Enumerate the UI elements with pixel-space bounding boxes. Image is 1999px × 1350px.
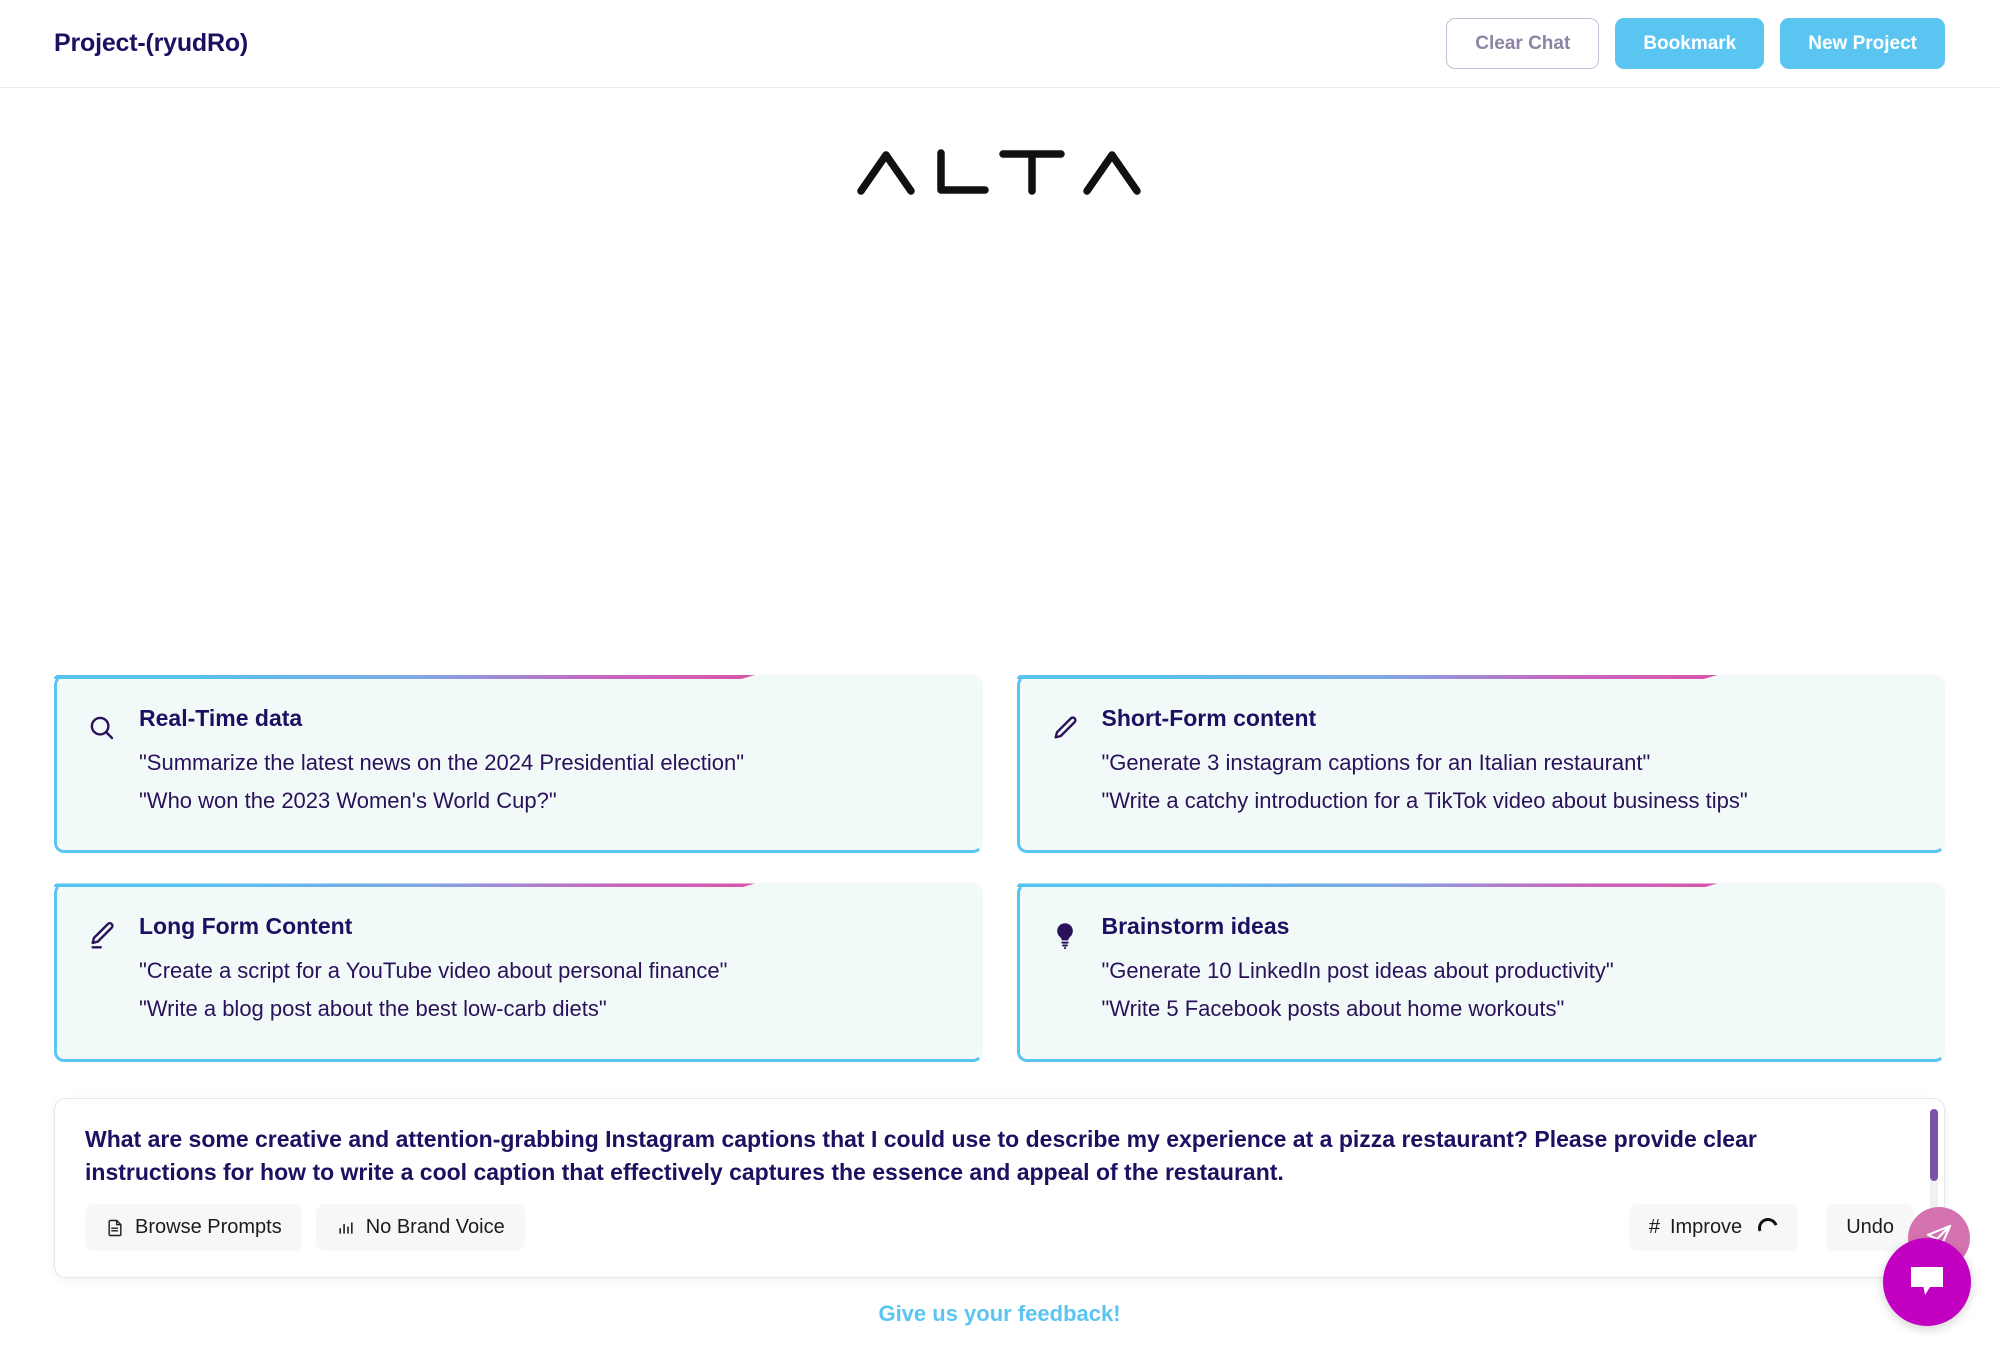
suggestion-card-long-form-content[interactable]: Long Form Content "Create a script for a… <box>54 883 983 1062</box>
page-title: Project-(ryudRo) <box>54 29 249 57</box>
card-header: Long Form Content "Create a script for a… <box>87 912 950 1025</box>
clear-chat-button[interactable]: Clear Chat <box>1446 18 1600 69</box>
header-actions: Clear Chat Bookmark New Project <box>1446 18 1945 69</box>
main-content: Real-Time data "Summarize the latest new… <box>0 88 1999 1350</box>
card-title: Real-Time data <box>139 704 303 731</box>
feedback-link[interactable]: Give us your feedback! <box>878 1301 1120 1327</box>
improve-label: Improve <box>1669 1216 1743 1239</box>
prompt-input[interactable]: What are some creative and attention-gra… <box>85 1123 1914 1188</box>
card-example[interactable]: "Write a blog post about the best low-ca… <box>139 993 950 1025</box>
chat-bubble-icon <box>1905 1259 1949 1306</box>
pencil-icon <box>87 921 117 951</box>
card-example[interactable]: "Generate 3 instagram captions for an It… <box>1102 747 1913 779</box>
card-body: Long Form Content "Create a script for a… <box>139 912 950 1025</box>
document-icon <box>105 1218 125 1238</box>
card-example[interactable]: "Summarize the latest news on the 2024 P… <box>139 747 950 779</box>
search-icon <box>87 713 117 743</box>
scrollbar-thumb[interactable] <box>1930 1109 1938 1181</box>
card-header: Short-Form content "Generate 3 instagram… <box>1050 704 1913 817</box>
card-example[interactable]: "Create a script for a YouTube video abo… <box>139 955 950 987</box>
card-body: Short-Form content "Generate 3 instagram… <box>1102 704 1913 817</box>
brand-logo <box>0 143 1999 199</box>
card-title: Short-Form content <box>1101 704 1317 731</box>
composer-panel[interactable]: What are some creative and attention-gra… <box>54 1098 1970 1278</box>
card-gradient-accent <box>54 883 755 887</box>
composer-scrollbar[interactable] <box>1930 1109 1938 1221</box>
card-gradient-accent <box>1017 883 1718 887</box>
suggestion-card-short-form-content[interactable]: Short-Form content "Generate 3 instagram… <box>1016 674 1945 854</box>
hash-icon: # <box>1648 1216 1660 1239</box>
new-project-button[interactable]: New Project <box>1780 18 1945 69</box>
undo-button[interactable]: Undo <box>1826 1204 1914 1252</box>
composer-actions: # Improve Undo <box>1628 1204 1914 1252</box>
loading-spinner-icon <box>1754 1214 1782 1242</box>
brand-voice-label: No Brand Voice <box>365 1216 505 1239</box>
lightbulb-icon <box>1050 921 1080 951</box>
suggestion-card-brainstorm-ideas[interactable]: Brainstorm ideas "Generate 10 LinkedIn p… <box>1016 883 1945 1062</box>
chat-launcher-button[interactable] <box>1883 1238 1971 1326</box>
card-example[interactable]: "Write 5 Facebook posts about home worko… <box>1102 993 1913 1025</box>
card-example[interactable]: "Write a catchy introduction for a TikTo… <box>1102 785 1913 817</box>
suggestion-card-real-time-data[interactable]: Real-Time data "Summarize the latest new… <box>54 674 983 854</box>
card-gradient-accent <box>1017 675 1718 679</box>
brand-voice-button[interactable]: No Brand Voice <box>315 1204 525 1252</box>
card-header: Real-Time data "Summarize the latest new… <box>87 704 950 817</box>
card-header: Brainstorm ideas "Generate 10 LinkedIn p… <box>1050 912 1913 1025</box>
composer-wrap: What are some creative and attention-gra… <box>0 1098 1999 1278</box>
app-header: Project-(ryudRo) Clear Chat Bookmark New… <box>0 0 1999 88</box>
suggestion-cards: Real-Time data "Summarize the latest new… <box>0 674 1999 1062</box>
browse-prompts-label: Browse Prompts <box>135 1216 282 1239</box>
card-example[interactable]: "Who won the 2023 Women's World Cup?" <box>139 785 950 817</box>
app-root: Project-(ryudRo) Clear Chat Bookmark New… <box>0 0 1999 1350</box>
card-gradient-accent <box>54 675 755 679</box>
bookmark-button[interactable]: Bookmark <box>1615 18 1765 69</box>
alta-logo-icon <box>856 149 1141 195</box>
improve-button[interactable]: # Improve <box>1628 1204 1799 1252</box>
app-footer: Give us your feedback! <box>0 1278 1999 1350</box>
card-body: Brainstorm ideas "Generate 10 LinkedIn p… <box>1102 912 1913 1025</box>
pencil-icon <box>1050 713 1080 743</box>
card-title: Brainstorm ideas <box>1101 913 1290 940</box>
card-body: Real-Time data "Summarize the latest new… <box>139 704 950 817</box>
card-title: Long Form Content <box>139 913 353 940</box>
card-example[interactable]: "Generate 10 LinkedIn post ideas about p… <box>1102 955 1913 987</box>
browse-prompts-button[interactable]: Browse Prompts <box>85 1204 302 1252</box>
composer-toolbar: Browse Prompts No Brand Voice # Improve … <box>85 1204 1914 1252</box>
equalizer-icon <box>336 1218 356 1238</box>
vertical-spacer <box>0 199 1999 675</box>
